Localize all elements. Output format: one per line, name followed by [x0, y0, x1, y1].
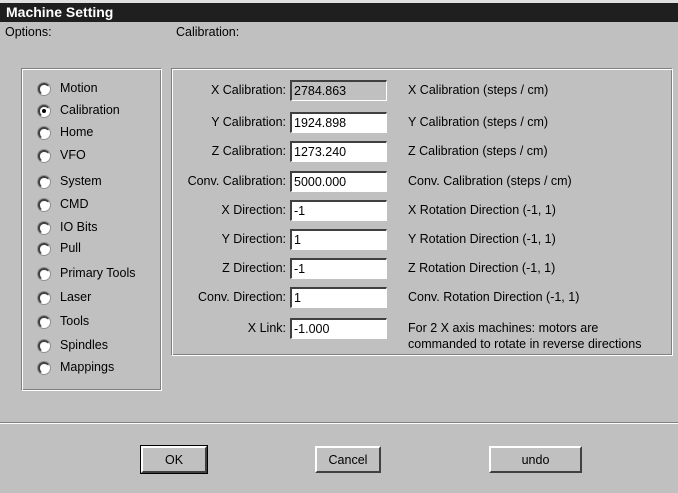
field-label: Conv. Calibration: [187, 174, 286, 188]
option-label: Spindles [60, 338, 108, 352]
option-label: System [60, 174, 102, 188]
field-input[interactable] [290, 200, 387, 221]
radio-button-icon[interactable] [38, 105, 50, 117]
field-description-line2: commanded to rotate in reverse direction… [408, 337, 642, 351]
radio-button-icon[interactable] [38, 340, 50, 352]
field-input[interactable] [290, 171, 387, 192]
options-label: Options: [5, 25, 52, 39]
field-input[interactable] [290, 318, 387, 339]
field-input[interactable] [290, 258, 387, 279]
field-description: Conv. Calibration (steps / cm) [408, 174, 572, 188]
undo-button[interactable]: undo [489, 446, 582, 473]
field-label: X Link: [247, 321, 286, 335]
option-label: Home [60, 125, 94, 139]
option-label: Mappings [60, 360, 115, 374]
field-label: X Direction: [221, 203, 286, 217]
field-label: Z Direction: [222, 261, 286, 275]
option-label: VFO [60, 148, 86, 162]
ok-button[interactable]: OK [140, 445, 208, 474]
cancel-button[interactable]: Cancel [315, 446, 381, 473]
option-label: Calibration [60, 103, 120, 117]
calibration-label: Calibration: [176, 25, 240, 39]
field-input[interactable] [290, 112, 387, 133]
radio-button-icon[interactable] [38, 243, 50, 255]
radio-button-icon[interactable] [38, 268, 50, 280]
field-description: Y Rotation Direction (-1, 1) [408, 232, 556, 246]
field-input[interactable] [290, 229, 387, 250]
radio-button-icon[interactable] [38, 292, 50, 304]
option-label: Motion [60, 81, 98, 95]
radio-button-icon[interactable] [38, 127, 50, 139]
field-label: Conv. Direction: [198, 290, 286, 304]
field-description: Z Rotation Direction (-1, 1) [408, 261, 556, 275]
field-description: X Rotation Direction (-1, 1) [408, 203, 556, 217]
radio-button-icon[interactable] [38, 316, 50, 328]
field-input[interactable] [290, 287, 387, 308]
radio-button-icon[interactable] [38, 83, 50, 95]
field-label: Y Calibration: [211, 115, 286, 129]
field-input[interactable] [290, 141, 387, 162]
option-label: IO Bits [60, 220, 98, 234]
option-label: Tools [60, 314, 90, 328]
option-label: Primary Tools [60, 266, 136, 280]
option-label: Laser [60, 290, 92, 304]
field-label: Z Calibration: [211, 144, 286, 158]
radio-button-icon[interactable] [38, 150, 50, 162]
radio-button-icon[interactable] [38, 176, 50, 188]
field-description: Y Calibration (steps / cm) [408, 115, 549, 129]
title-bar: Machine Setting [0, 0, 678, 22]
radio-button-icon[interactable] [38, 362, 50, 374]
option-label: CMD [60, 197, 89, 211]
field-label: Y Direction: [221, 232, 286, 246]
field-input[interactable] [290, 80, 387, 101]
field-description: X Calibration (steps / cm) [408, 83, 549, 97]
field-description: Conv. Rotation Direction (-1, 1) [408, 290, 580, 304]
window-title: Machine Setting [6, 4, 114, 20]
option-label: Pull [60, 241, 81, 255]
bottom-divider [0, 422, 678, 424]
field-label: X Calibration: [210, 83, 286, 97]
field-description: Z Calibration (steps / cm) [408, 144, 548, 158]
radio-button-icon[interactable] [38, 222, 50, 234]
field-description: For 2 X axis machines: motors are [408, 321, 599, 335]
radio-button-icon[interactable] [38, 199, 50, 211]
